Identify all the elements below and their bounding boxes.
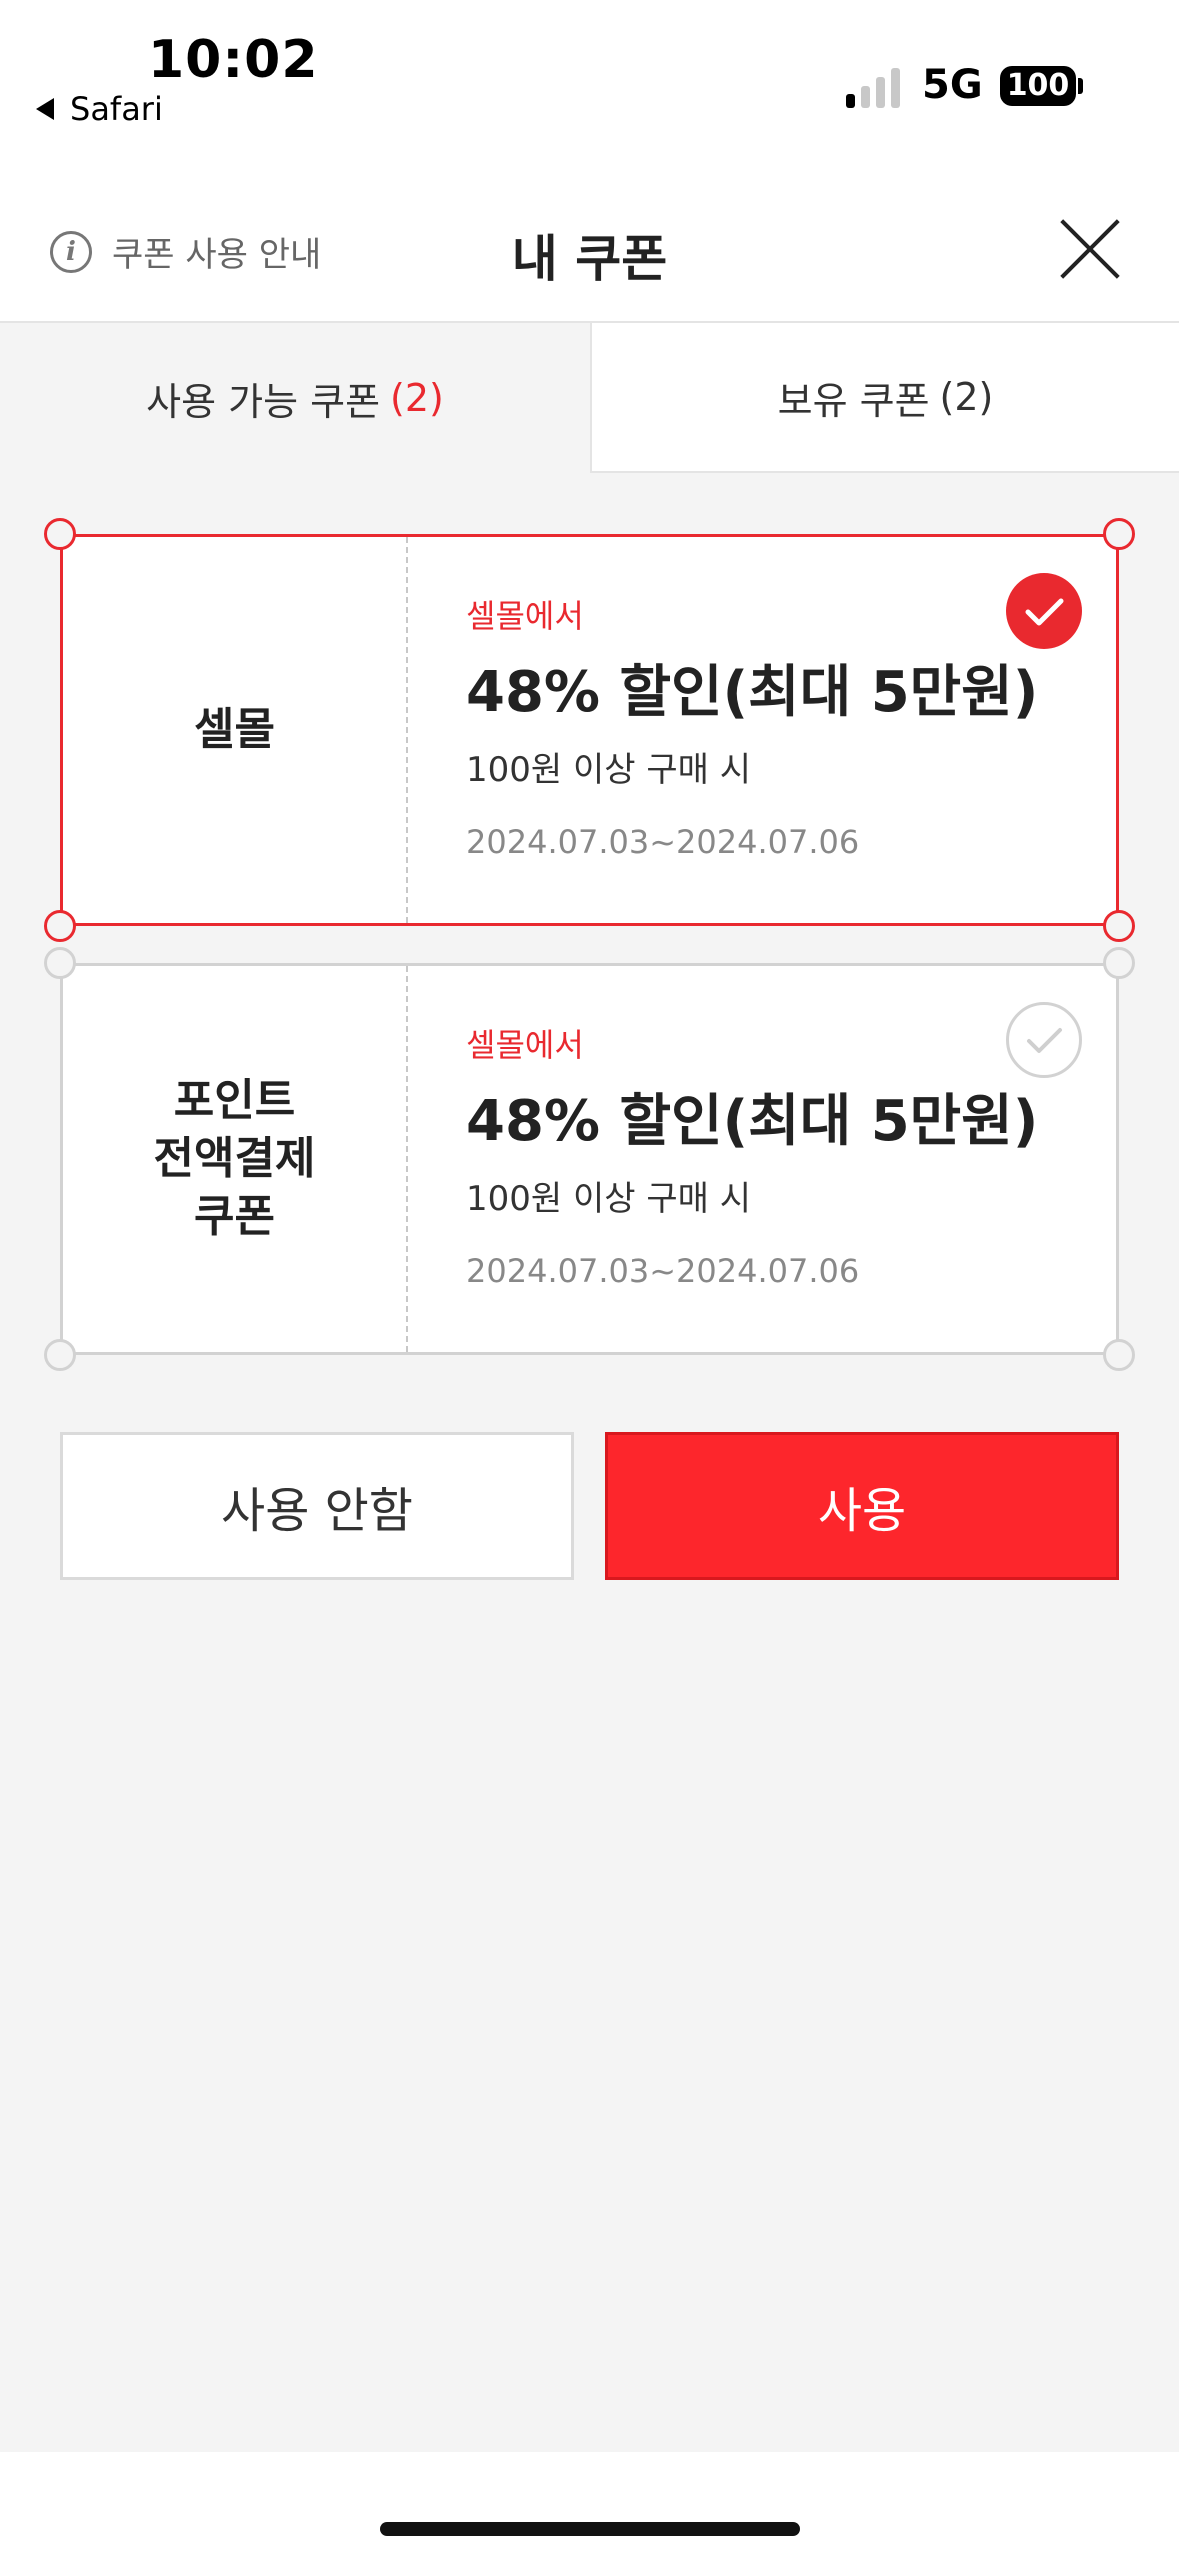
coupon-card[interactable]: 포인트 전액결제 쿠폰 셀몰에서 48% 할인(최대 5만원) 100원 이상 …	[44, 947, 1135, 1371]
coupon-tabs: 사용 가능 쿠폰 (2) 보유 쿠폰 (2)	[0, 323, 1179, 473]
modal-header: i 쿠폰 사용 안내 내 쿠폰	[0, 175, 1179, 323]
coupon-card[interactable]: 셀몰 셀몰에서 48% 할인(최대 5만원) 100원 이상 구매 시 2024…	[44, 518, 1135, 942]
tab-label: 보유 쿠폰	[777, 378, 930, 423]
coupon-period: 2024.07.03~2024.07.06	[466, 823, 860, 861]
status-time: 10:02	[148, 30, 319, 90]
coupon-guide-label: 쿠폰 사용 안내	[112, 235, 322, 275]
coupon-divider	[406, 537, 408, 923]
status-bar: 10:02 Safari 5G 100	[0, 0, 1179, 175]
coupon-discount: 48% 할인(최대 5만원)	[466, 660, 1039, 725]
battery-tip	[1078, 78, 1083, 94]
coupon-guide-button[interactable]: i 쿠폰 사용 안내	[50, 227, 321, 276]
coupon-discount: 48% 할인(최대 5만원)	[466, 1089, 1039, 1154]
cellular-signal-icon	[846, 66, 904, 108]
tab-label: 사용 가능 쿠폰	[146, 379, 381, 424]
coupon-period: 2024.07.03~2024.07.06	[466, 1252, 860, 1290]
coupon-source: 셀몰에서	[466, 597, 584, 635]
coupon-name-area: 셀몰	[63, 537, 406, 923]
close-icon[interactable]	[1056, 215, 1124, 283]
bottom-safe-area	[0, 2452, 1179, 2556]
coupon-source: 셀몰에서	[466, 1026, 584, 1064]
coupon-name: 셀몰	[194, 704, 275, 755]
back-arrow-icon	[36, 98, 54, 120]
check-selected-icon[interactable]	[1006, 573, 1082, 649]
check-unselected-icon[interactable]	[1006, 1002, 1082, 1078]
tab-available-coupons[interactable]: 사용 가능 쿠폰 (2)	[0, 323, 590, 473]
back-to-safari-link[interactable]: Safari	[36, 90, 163, 128]
network-type: 5G	[922, 62, 983, 108]
coupon-condition: 100원 이상 구매 시	[466, 750, 751, 790]
coupon-divider	[406, 966, 408, 1352]
tab-owned-coupons[interactable]: 보유 쿠폰 (2)	[590, 323, 1179, 473]
tab-count: (2)	[939, 375, 994, 419]
tab-count: (2)	[390, 376, 444, 420]
back-app-label: Safari	[70, 90, 163, 128]
home-indicator[interactable]	[380, 2522, 800, 2536]
info-icon: i	[50, 230, 92, 273]
battery-icon: 100	[1000, 66, 1076, 106]
coupon-name: 포인트 전액결제 쿠폰	[153, 1075, 316, 1242]
coupon-name-area: 포인트 전액결제 쿠폰	[63, 966, 406, 1352]
do-not-use-button[interactable]: 사용 안함	[60, 1432, 574, 1580]
coupon-condition: 100원 이상 구매 시	[466, 1179, 751, 1219]
use-coupon-button[interactable]: 사용	[605, 1432, 1119, 1580]
